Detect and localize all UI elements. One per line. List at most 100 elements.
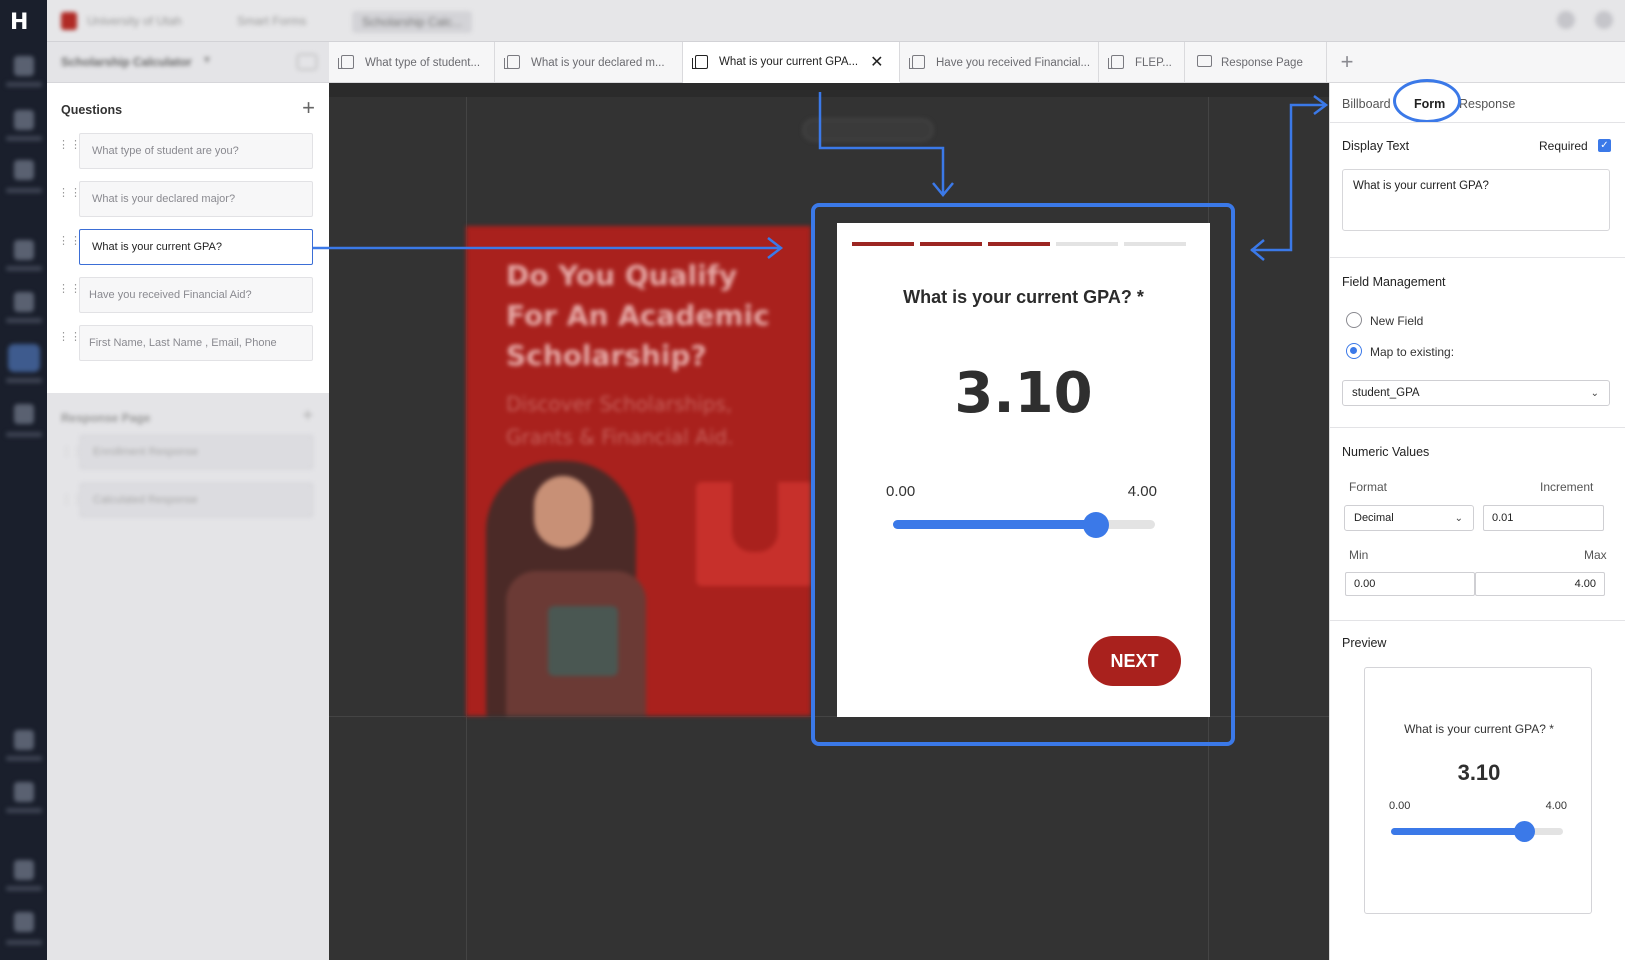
chat-icon (1197, 55, 1212, 67)
drag-handle-icon[interactable]: ⋮⋮ (58, 236, 81, 253)
panel-toggle-icon[interactable] (297, 54, 317, 70)
question-item[interactable]: What type of student are you? (79, 133, 313, 169)
billboard-preview[interactable]: Do You Qualify For An Academic Scholarsh… (466, 226, 811, 716)
min-label: Min (1349, 548, 1369, 562)
increment-input[interactable] (1483, 505, 1604, 531)
question-item[interactable]: Have you received Financial Aid? (79, 277, 313, 313)
notification-icon[interactable] (1557, 11, 1575, 29)
preview-slider-fill (1391, 828, 1525, 835)
preview-slider-thumb (1514, 821, 1536, 842)
question-item-selected[interactable]: What is your current GPA? (79, 229, 313, 265)
response-item[interactable]: Calculated Response (80, 483, 313, 517)
form-question: What is your current GPA? * (903, 287, 1144, 307)
drag-handle-icon[interactable]: ⋮⋮ (58, 140, 81, 157)
chevron-down-icon: ⌄ (1590, 388, 1599, 399)
response-page-title: Response Page (61, 411, 151, 425)
nav-label (6, 318, 42, 323)
response-item[interactable]: Enrollment Response (80, 435, 313, 469)
form-tab-highlight (1393, 79, 1461, 123)
add-tab-button[interactable]: + (1327, 42, 1367, 82)
nav-label (6, 432, 42, 437)
display-text-label: Display Text (1342, 139, 1410, 153)
chevron-down-icon[interactable]: ▼ (202, 55, 212, 66)
required-label: Required (1539, 139, 1588, 153)
display-text-input[interactable]: What is your current GPA? (1342, 169, 1610, 231)
next-button[interactable]: NEXT (1088, 636, 1181, 686)
page-icon (504, 55, 520, 69)
nav-icon[interactable] (14, 56, 34, 76)
drag-handle-icon[interactable]: ⋮⋮ (58, 284, 81, 301)
close-icon[interactable]: ✕ (870, 52, 883, 72)
new-field-radio[interactable] (1346, 312, 1362, 328)
page-icon (1108, 55, 1124, 69)
logout-icon[interactable] (14, 912, 34, 932)
add-question-button[interactable]: + (302, 95, 315, 121)
university-logo-icon (61, 12, 77, 30)
format-label: Format (1349, 480, 1388, 494)
nav-icon[interactable] (14, 240, 34, 260)
nav-icon[interactable] (14, 110, 34, 130)
response-item-label: Enrollment Response (93, 446, 199, 458)
form-title-bar: Scholarship Calculator ▼ (47, 42, 329, 83)
nav-icon[interactable] (14, 404, 34, 424)
breadcrumb-item[interactable]: University of Utah (87, 14, 182, 28)
required-checkbox[interactable]: ✓ (1598, 139, 1611, 152)
canvas-ruler (329, 83, 1329, 97)
tab-current-gpa[interactable]: What is your current GPA... ✕ (683, 42, 900, 83)
new-field-label: New Field (1370, 314, 1424, 328)
page-icon (338, 55, 354, 69)
left-navigation: H (0, 0, 47, 960)
question-item[interactable]: First Name, Last Name , Email, Phone (79, 325, 313, 361)
mapped-field-select[interactable]: student_GPA ⌄ (1342, 380, 1610, 406)
question-item[interactable]: What is your declared major? (79, 181, 313, 217)
form-title[interactable]: Scholarship Calculator (61, 55, 192, 69)
format-value: Decimal (1354, 512, 1394, 524)
page-icon (692, 55, 708, 69)
tab-label: FLEP... (1135, 56, 1172, 69)
nav-label (6, 82, 42, 87)
student-photo-face (534, 476, 592, 548)
tab-billboard[interactable]: Billboard (1342, 97, 1391, 111)
breadcrumb-item[interactable]: Smart Forms (237, 14, 306, 28)
zoom-indicator[interactable] (803, 119, 933, 141)
tab-label: What is your current GPA... (719, 55, 859, 68)
nav-icon[interactable] (14, 160, 34, 180)
mini-preview: What is your current GPA? * 3.10 0.00 4.… (1364, 667, 1592, 914)
drag-handle-icon[interactable]: ⋮⋮ (58, 332, 81, 349)
max-input[interactable] (1475, 572, 1605, 596)
response-page-panel: Response Page + ⋮⋮ Enrollment Response ⋮… (47, 393, 329, 960)
map-existing-radio[interactable] (1346, 343, 1362, 359)
form-preview[interactable]: What is your current GPA? * 3.10 0.00 4.… (837, 223, 1210, 717)
avatar[interactable] (1595, 11, 1613, 29)
nav-smart-forms-icon[interactable] (8, 344, 40, 372)
tab-financial-aid[interactable]: Have you received Financial... (900, 42, 1099, 83)
gpa-slider[interactable] (893, 512, 1155, 538)
progress-segment (988, 242, 1050, 246)
preview-label: Preview (1342, 636, 1387, 650)
min-input[interactable] (1345, 572, 1475, 596)
nav-icon[interactable] (14, 292, 34, 312)
preview-slider (1391, 821, 1563, 842)
progress-segment (920, 242, 982, 246)
form-value: 3.10 (954, 361, 1093, 426)
nav-label (6, 136, 42, 141)
nav-label (6, 756, 42, 761)
app-logo[interactable]: H (10, 10, 38, 35)
drag-handle-icon[interactable]: ⋮⋮ (58, 188, 81, 205)
slider-thumb[interactable] (1083, 512, 1110, 538)
tab-response-page[interactable]: Response Page (1185, 42, 1327, 83)
tab-response[interactable]: Response (1459, 97, 1515, 111)
progress-segment (1056, 242, 1118, 246)
tab-flep[interactable]: FLEP... (1099, 42, 1185, 83)
add-response-button[interactable]: + (302, 405, 313, 426)
nav-icon[interactable] (14, 730, 34, 750)
nav-icon[interactable] (14, 782, 34, 802)
format-select[interactable]: Decimal ⌄ (1344, 505, 1474, 531)
page-icon (909, 55, 925, 69)
settings-icon[interactable] (14, 860, 34, 880)
tab-declared-major[interactable]: What is your declared m... (495, 42, 683, 83)
top-bar: University of Utah Smart Forms Scholarsh… (47, 0, 1625, 42)
tab-student-type[interactable]: What type of student... (329, 42, 495, 83)
breadcrumb-current[interactable]: Scholarship Calc... (352, 11, 473, 33)
preview-min-label: 0.00 (1389, 800, 1411, 812)
